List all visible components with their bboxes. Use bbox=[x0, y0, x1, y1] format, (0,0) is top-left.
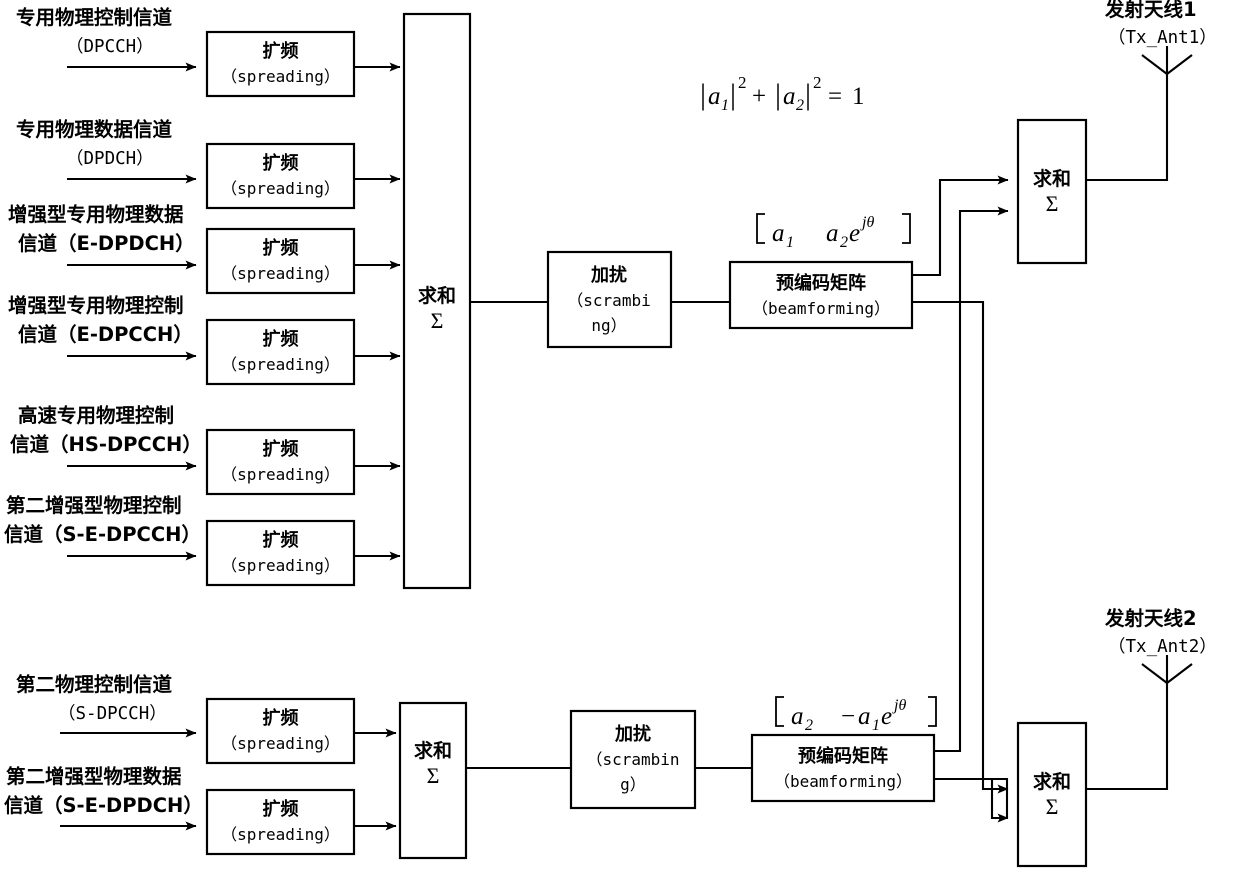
matrix-elem-1-sub: 2 bbox=[805, 717, 813, 734]
sum-label-sym: Σ bbox=[1046, 794, 1059, 819]
formula-a1-sub: 1 bbox=[721, 97, 729, 114]
scrambling-label-cn: 加扰 bbox=[614, 723, 651, 745]
matrix-elem-1: a bbox=[772, 220, 785, 247]
scrambling-label-en2: ng） bbox=[591, 316, 626, 335]
precoding-block-bottom[interactable]: 预编码矩阵 （beamforming） bbox=[750, 733, 936, 803]
sum-block-primary[interactable]: 求和 Σ bbox=[402, 12, 472, 590]
spreading-block-dpdch[interactable]: 扩频 （spreading） bbox=[205, 142, 356, 210]
channel-label-cn: 专用物理控制信道 bbox=[16, 6, 173, 29]
scrambling-block-bottom[interactable]: 加扰 （scrambin g） bbox=[569, 709, 697, 810]
scrambling-label-en2: g） bbox=[620, 775, 646, 794]
precoding-label-cn: 预编码矩阵 bbox=[776, 272, 866, 294]
channel-label-cn: 专用物理数据信道 bbox=[16, 118, 173, 141]
channel-label-cn2: 信道（S-E-DPDCH） bbox=[4, 794, 203, 817]
matrix-elem-2: a bbox=[858, 703, 871, 730]
channel-label-cn: 第二增强型物理控制 bbox=[6, 494, 182, 517]
antenna-label-en: （Tx_Ant2） bbox=[1108, 637, 1217, 657]
spreading-label-en: （spreading） bbox=[221, 355, 340, 374]
spreading-block-hs-dpcch[interactable]: 扩频 （spreading） bbox=[205, 428, 356, 496]
scrambling-label-en1: （scrambin bbox=[586, 750, 679, 769]
formula-a2-sub: 2 bbox=[796, 97, 804, 114]
matrix-elem-1-sub: 1 bbox=[786, 234, 794, 251]
spreading-label-cn: 扩频 bbox=[263, 707, 299, 729]
matrix-elem-2-exp: jθ bbox=[892, 697, 906, 714]
spreading-label-cn: 扩频 bbox=[263, 328, 299, 350]
spreading-block-e-dpdch[interactable]: 扩频 （spreading） bbox=[205, 227, 356, 295]
spreading-block-s-e-dpcch[interactable]: 扩频 （spreading） bbox=[205, 519, 356, 587]
matrix-elem-2-e: e bbox=[881, 703, 892, 730]
formula-sup-2: 2 bbox=[813, 73, 822, 92]
sum-label-cn: 求和 bbox=[418, 284, 456, 307]
matrix-elem-2-sub: 1 bbox=[872, 717, 880, 734]
formula-a2: a bbox=[783, 83, 796, 110]
spreading-label-en: （spreading） bbox=[221, 67, 340, 86]
channel-label-cn: 第二增强型物理数据 bbox=[6, 765, 182, 788]
channel-label-cn: 第二物理控制信道 bbox=[16, 673, 173, 696]
channel-label-cn: 高速专用物理控制 bbox=[18, 404, 174, 427]
matrix-elem-2: a bbox=[826, 220, 839, 247]
scrambling-block-top[interactable]: 加扰 （scrambi ng） bbox=[546, 250, 673, 349]
spreading-label-cn: 扩频 bbox=[263, 152, 299, 174]
antenna-label-en: （Tx_Ant1） bbox=[1108, 28, 1217, 48]
channel-label-cn2: 信道（S-E-DPCCH） bbox=[4, 523, 201, 546]
antenna-label-cn: 发射天线2 bbox=[1104, 607, 1197, 630]
spreading-block-e-dpcch[interactable]: 扩频 （spreading） bbox=[205, 318, 356, 386]
spreading-label-cn: 扩频 bbox=[263, 40, 299, 62]
precoding-block-top[interactable]: 预编码矩阵 （beamforming） bbox=[728, 260, 914, 330]
formula-bar-2: | bbox=[730, 78, 736, 111]
matrix-elem-2-sub: 2 bbox=[840, 234, 848, 251]
formula-bar-1: | bbox=[700, 78, 706, 111]
scrambling-label-en1: （scrambi bbox=[567, 291, 650, 310]
channel-label-cn2: 信道（E-DPDCH） bbox=[18, 232, 195, 255]
sum-label-sym: Σ bbox=[427, 763, 440, 788]
precoding-box[interactable] bbox=[728, 260, 914, 330]
spreading-label-en: （spreading） bbox=[221, 465, 340, 484]
antenna-label-cn: 发射天线1 bbox=[1104, 0, 1197, 21]
matrix-elem-2-e: e bbox=[849, 220, 860, 247]
sum-label-cn: 求和 bbox=[1033, 770, 1071, 793]
sum-block-antenna1[interactable]: 求和 Σ bbox=[1016, 118, 1088, 265]
spreading-label-en: （spreading） bbox=[221, 179, 340, 198]
spreading-block-dpcch[interactable]: 扩频 （spreading） bbox=[205, 30, 356, 98]
formula-bar-3: | bbox=[775, 78, 781, 111]
precoding-label-en: （beamforming） bbox=[752, 299, 890, 318]
sum-label-sym: Σ bbox=[1046, 191, 1059, 216]
channel-label-cn: 增强型专用物理控制 bbox=[8, 294, 184, 317]
channel-label-cn2: 信道（E-DPCCH） bbox=[18, 323, 193, 346]
spreading-label-en: （spreading） bbox=[221, 734, 340, 753]
formula-a1: a bbox=[708, 83, 721, 110]
matrix-elem-2-exp: jθ bbox=[860, 214, 874, 231]
precoding-label-cn: 预编码矩阵 bbox=[798, 745, 888, 767]
spreading-label-cn: 扩频 bbox=[263, 438, 299, 460]
channel-label-en: （S-DPCCH） bbox=[58, 704, 167, 724]
spreading-label-cn: 扩频 bbox=[263, 529, 299, 551]
formula-equals: = bbox=[828, 83, 842, 110]
channel-label-cn: 增强型专用物理数据 bbox=[8, 203, 184, 226]
sum-block-secondary[interactable]: 求和 Σ bbox=[398, 701, 468, 860]
spreading-block-s-dpcch[interactable]: 扩频 （spreading） bbox=[205, 697, 356, 765]
transmitter-block-diagram: 专用物理控制信道 （DPCCH） 专用物理数据信道 （DPDCH） 增强型专用物… bbox=[0, 0, 1239, 872]
channel-label-cn2: 信道（HS-DPCCH） bbox=[10, 433, 202, 456]
spreading-block-s-e-dpdch[interactable]: 扩频 （spreading） bbox=[205, 788, 356, 856]
formula-bar-4: | bbox=[805, 78, 811, 111]
precoding-label-en: （beamforming） bbox=[774, 772, 912, 791]
matrix-elem-1: a bbox=[791, 703, 804, 730]
channel-label-en: （DPCCH） bbox=[66, 37, 154, 57]
sum-label-cn: 求和 bbox=[414, 739, 452, 762]
spreading-label-en: （spreading） bbox=[221, 825, 340, 844]
matrix-minus: − bbox=[841, 703, 855, 730]
formula-one: 1 bbox=[852, 83, 865, 110]
formula-plus: + bbox=[752, 83, 766, 110]
channel-label-en: （DPDCH） bbox=[66, 149, 154, 169]
spreading-label-cn: 扩频 bbox=[263, 237, 299, 259]
scrambling-label-cn: 加扰 bbox=[590, 264, 627, 286]
precoding-box[interactable] bbox=[750, 733, 936, 803]
sum-label-sym: Σ bbox=[431, 308, 444, 333]
spreading-label-en: （spreading） bbox=[221, 264, 340, 283]
sum-label-cn: 求和 bbox=[1033, 167, 1071, 190]
formula-sup-1: 2 bbox=[738, 73, 747, 92]
spreading-label-cn: 扩频 bbox=[263, 798, 299, 820]
sum-block-antenna2[interactable]: 求和 Σ bbox=[1016, 721, 1088, 868]
spreading-label-en: （spreading） bbox=[221, 556, 340, 575]
